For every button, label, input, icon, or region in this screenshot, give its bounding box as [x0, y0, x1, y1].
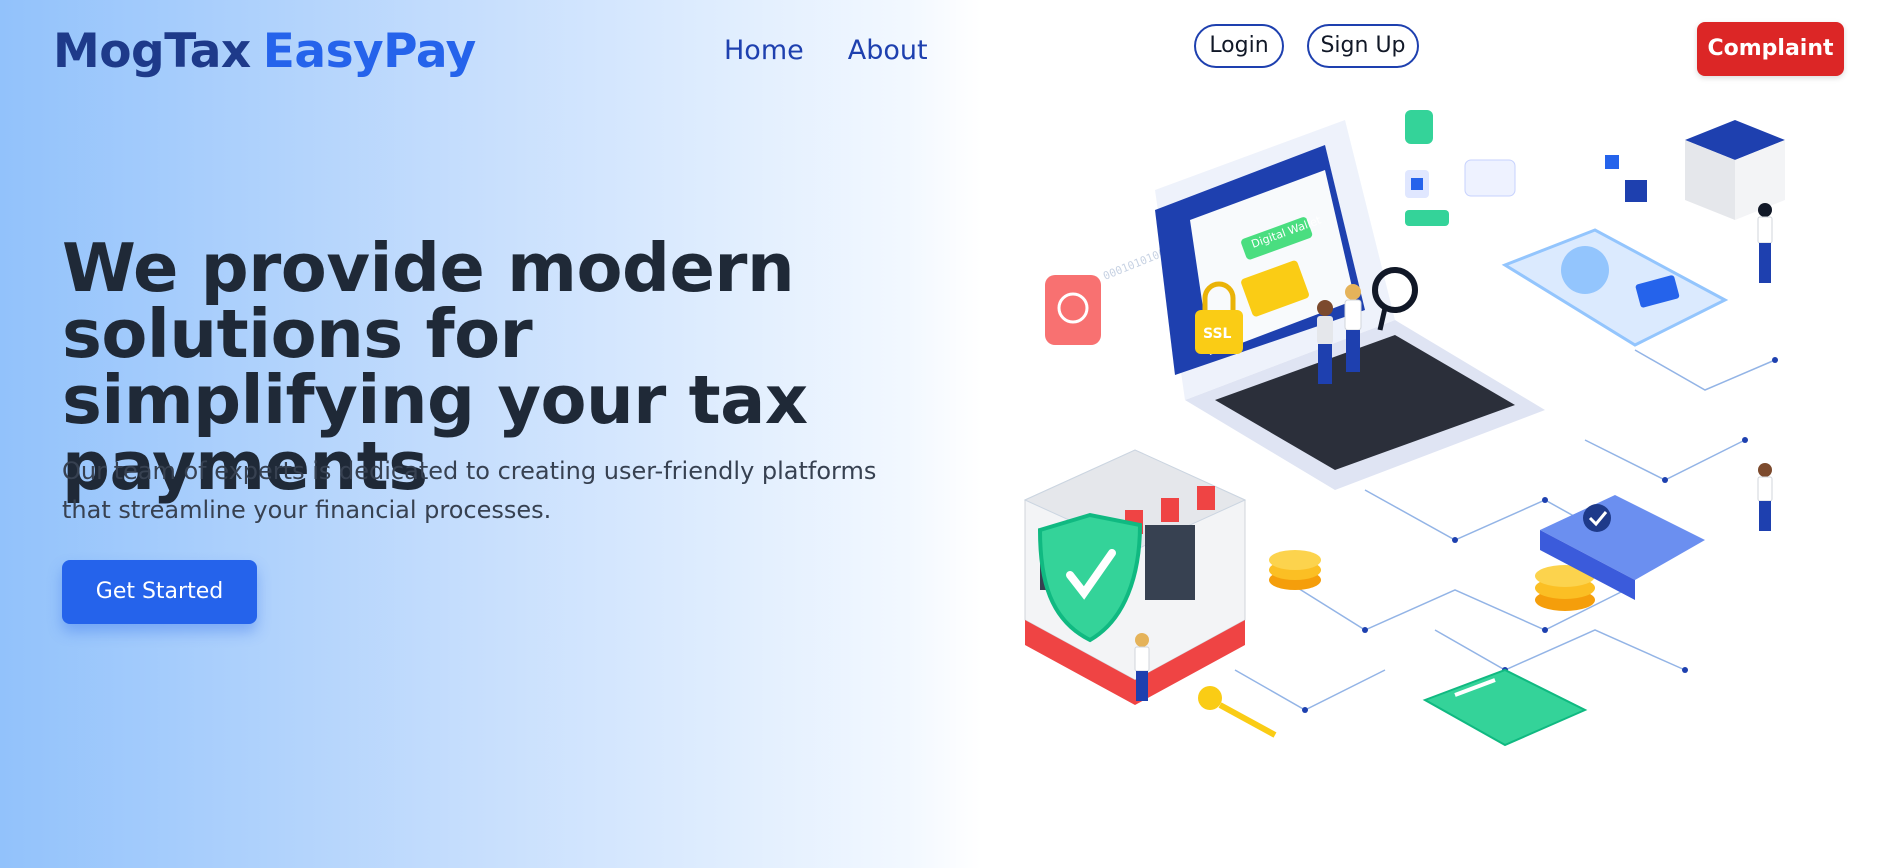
- main-nav: Home About: [724, 30, 928, 72]
- hero-subtitle: Our team of experts is dedicated to crea…: [62, 457, 877, 524]
- get-started-button[interactable]: Get Started: [62, 560, 257, 624]
- credit-card-icon: [1422, 668, 1588, 747]
- server-cubes: [1605, 120, 1785, 220]
- phone-wallet: [1501, 228, 1729, 347]
- settings-icon: [1405, 110, 1433, 144]
- brand-name-secondary: EasyPay: [262, 24, 477, 79]
- coins-icon: [1269, 550, 1595, 611]
- nav-home-link[interactable]: Home: [724, 30, 804, 72]
- chat-icon: [1464, 159, 1516, 197]
- password-icon: [1405, 210, 1449, 226]
- person-right-bottom: [1757, 463, 1773, 531]
- brand-name-primary: MogTax: [53, 24, 251, 79]
- person-right-top: [1757, 203, 1773, 283]
- brand-logo[interactable]: MogTax EasyPay: [53, 22, 476, 82]
- login-button[interactable]: Login: [1194, 24, 1284, 68]
- complaint-button[interactable]: Complaint: [1697, 22, 1844, 76]
- nav-about-link[interactable]: About: [848, 30, 928, 72]
- signup-button[interactable]: Sign Up: [1307, 24, 1419, 68]
- key-icon: [1198, 686, 1277, 738]
- shopping-cart-icon: [1045, 275, 1101, 345]
- fintech-illustration: 0001010100010101010100 Digital Wallet SS…: [1023, 110, 1785, 747]
- person-bottom-left: [1134, 633, 1150, 701]
- ssl-label: SSL: [1203, 326, 1232, 342]
- bank-icon: [1405, 170, 1429, 198]
